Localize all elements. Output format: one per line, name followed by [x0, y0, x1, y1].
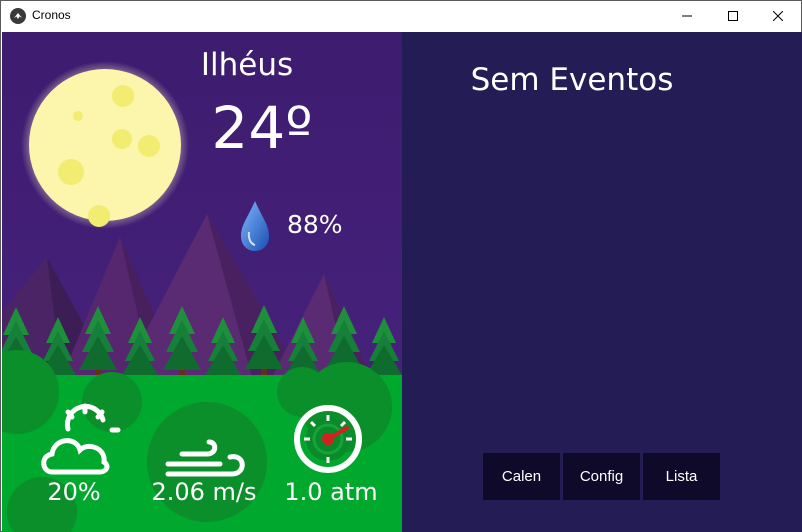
minimize-icon: [682, 15, 692, 17]
close-button[interactable]: [755, 1, 801, 31]
weather-panel: Ilhéus 24º 88% 20% 2.06 m/s 1.0 atm: [2, 32, 402, 532]
kivy-logo-icon: [10, 8, 26, 24]
humidity-value: 88%: [287, 210, 343, 239]
minimize-button[interactable]: [664, 1, 710, 31]
maximize-icon: [728, 11, 738, 21]
temperature: 24º: [211, 94, 313, 162]
calendar-button[interactable]: Calen: [483, 453, 560, 500]
config-button[interactable]: Config: [563, 453, 640, 500]
moon-icon: [21, 61, 189, 229]
cloudiness-value: 20%: [47, 478, 101, 506]
close-icon: [773, 11, 783, 21]
events-panel: Sem Eventos Calen Config Lista: [402, 32, 802, 532]
list-button[interactable]: Lista: [643, 453, 720, 500]
window-title: Cronos: [32, 8, 71, 22]
city-name: Ilhéus: [200, 47, 294, 83]
app-window: Cronos Ilhéus 24º 88% 20% 2.06 m/s 1.0 a…: [0, 0, 802, 532]
wind-speed-value: 2.06 m/s: [151, 478, 257, 506]
app-content: Ilhéus 24º 88% 20% 2.06 m/s 1.0 atm Sem …: [2, 32, 802, 532]
maximize-button[interactable]: [710, 1, 756, 31]
pressure-value: 1.0 atm: [284, 478, 378, 506]
title-bar[interactable]: Cronos: [1, 1, 801, 31]
gauge-icon: [294, 405, 362, 473]
events-status: Sem Eventos: [470, 62, 674, 98]
